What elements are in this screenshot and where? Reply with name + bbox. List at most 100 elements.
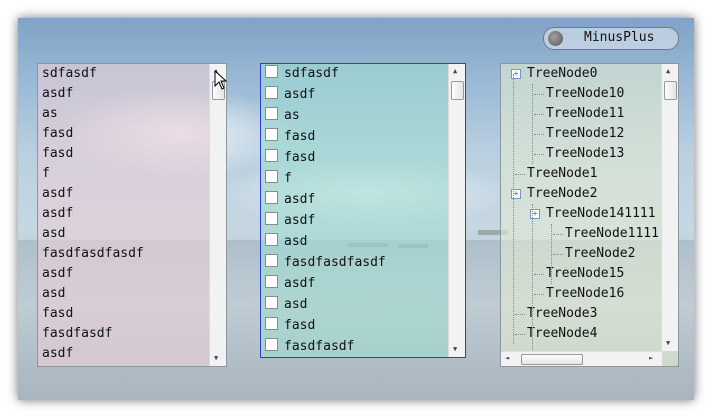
plain-listbox[interactable]: sdfasdf asdf as fasd fasd f asdf asdf asd fasdfas…	[37, 63, 227, 367]
checkbox[interactable]	[265, 65, 278, 78]
checklist-item-label: fasdfasdfasdf	[284, 255, 386, 270]
tree-connector	[534, 154, 544, 155]
tree-node[interactable]: TreeNode3	[527, 304, 597, 324]
checked-listbox[interactable]: sdfasdf asdf as fasd fasd f asdf asdf asd fasdfas…	[260, 63, 466, 358]
tree-node[interactable]: TreeNode16	[546, 284, 624, 304]
checklist-item-label: asdf	[284, 276, 316, 291]
toggle-knob[interactable]	[548, 31, 563, 46]
tree-connector	[551, 224, 552, 284]
tree-node[interactable]: TreeNode15	[546, 264, 624, 284]
scroll-up-icon[interactable]: ▲	[666, 67, 670, 75]
list-item[interactable]: asdf	[42, 84, 73, 104]
tree-node[interactable]: TreeNode12	[546, 124, 624, 144]
vertical-scrollbar[interactable]: ▲ ▼	[448, 64, 465, 357]
tree-connector	[534, 134, 544, 135]
tree-node[interactable]: TreeNode13	[546, 144, 624, 164]
checklist-item[interactable]: asdf	[265, 211, 315, 231]
list-item[interactable]: fasdfasdf	[42, 324, 112, 344]
tree-connector	[553, 254, 563, 255]
tree-connector	[515, 314, 525, 315]
checkbox[interactable]	[265, 149, 278, 162]
tree-node[interactable]: TreeNode141111	[546, 204, 656, 224]
checklist-item-label: asdf	[284, 192, 316, 207]
checklist-item[interactable]: fasd	[265, 316, 315, 336]
checklist-item[interactable]: as	[265, 106, 300, 126]
checklist-item-label: as	[284, 108, 300, 123]
list-item[interactable]: fasdfasdfasdf	[42, 244, 144, 264]
horizontal-scrollbar[interactable]: ◄ ►	[501, 351, 662, 366]
checkbox[interactable]	[265, 254, 278, 267]
tree-connector	[534, 94, 544, 95]
list-item[interactable]: asd	[42, 284, 65, 304]
tree-connector	[532, 204, 533, 354]
scroll-right-icon[interactable]: ►	[649, 354, 653, 362]
list-item[interactable]: asdf	[42, 204, 73, 224]
list-item[interactable]: fasd	[42, 124, 73, 144]
list-item[interactable]: f	[42, 164, 50, 184]
app-window: MinusPlus sdfasdf asdf as fasd fasd f asdf asdf…	[18, 18, 694, 400]
scrollbar-thumb[interactable]	[521, 354, 583, 365]
vertical-scrollbar[interactable]: ▲ ▼	[661, 64, 678, 351]
checklist-item[interactable]: asdf	[265, 274, 315, 294]
tree-connector	[534, 274, 544, 275]
checkbox[interactable]	[265, 212, 278, 225]
tree-node[interactable]: TreeNode1	[527, 164, 597, 184]
checklist-item-label: asd	[284, 234, 308, 249]
tree-view[interactable]: TreeNode0 + TreeNode10 TreeNode11 TreeNode12…	[500, 63, 679, 367]
scroll-down-icon[interactable]: ▼	[453, 345, 457, 353]
checklist-item[interactable]: fasd	[265, 148, 315, 168]
tree-connector	[553, 234, 563, 235]
checkbox[interactable]	[265, 296, 278, 309]
checklist-item[interactable]: asd	[265, 295, 307, 315]
checklist-item[interactable]: asdf	[265, 85, 315, 105]
list-item[interactable]: asdf	[42, 344, 73, 364]
minus-plus-toggle[interactable]: MinusPlus	[543, 27, 679, 50]
checklist-item[interactable]: f	[265, 169, 292, 189]
scrollbar-thumb[interactable]	[664, 81, 677, 100]
mouse-cursor-icon	[214, 70, 228, 90]
checkbox[interactable]	[265, 317, 278, 330]
checklist-item-label: sdfasdf	[284, 66, 339, 81]
tree-node[interactable]: TreeNode10	[546, 84, 624, 104]
checkbox[interactable]	[265, 170, 278, 183]
checklist-item-label: fasd	[284, 150, 316, 165]
tree-node[interactable]: TreeNode1111	[565, 224, 659, 244]
tree-node[interactable]: TreeNode0	[527, 64, 597, 84]
scroll-left-icon[interactable]: ◄	[505, 354, 509, 362]
toggle-label: MinusPlus	[584, 30, 655, 45]
vertical-scrollbar[interactable]: ▲ ▼	[209, 64, 226, 366]
checkbox[interactable]	[265, 191, 278, 204]
list-item[interactable]: asdf	[42, 264, 73, 284]
checkbox[interactable]	[265, 128, 278, 141]
list-item[interactable]: sdfasdf	[42, 64, 97, 84]
checklist-item[interactable]: fasdfasdfasdf	[265, 253, 386, 273]
scroll-down-icon[interactable]: ▼	[214, 354, 218, 362]
checkbox[interactable]	[265, 233, 278, 246]
tree-connector	[534, 294, 544, 295]
list-item[interactable]: asd	[42, 224, 65, 244]
list-item[interactable]: fasd	[42, 304, 73, 324]
tree-node[interactable]: TreeNode11	[546, 104, 624, 124]
list-item[interactable]: asdf	[42, 184, 73, 204]
checklist-item[interactable]: fasdfasdf	[265, 337, 354, 357]
scrollbar-thumb[interactable]	[451, 81, 464, 100]
checklist-item[interactable]: sdfasdf	[265, 64, 339, 84]
scroll-down-icon[interactable]: ▼	[666, 339, 670, 347]
checkbox[interactable]	[265, 338, 278, 351]
checklist-item[interactable]: fasd	[265, 127, 315, 147]
tree-node[interactable]: TreeNode2	[565, 244, 635, 264]
checklist-item-label: fasdfasdf	[284, 339, 355, 354]
checklist-item-label: fasd	[284, 318, 316, 333]
tree-node[interactable]: TreeNode2	[527, 184, 597, 204]
scroll-up-icon[interactable]: ▲	[453, 67, 457, 75]
checkbox[interactable]	[265, 275, 278, 288]
checkbox[interactable]	[265, 107, 278, 120]
checklist-item-label: asd	[284, 297, 308, 312]
list-item[interactable]: as	[42, 104, 58, 124]
tree-node[interactable]: TreeNode4	[527, 324, 597, 344]
list-item[interactable]: fasd	[42, 144, 73, 164]
checklist-item[interactable]: asd	[265, 232, 307, 252]
checklist-item-label: asdf	[284, 87, 316, 102]
checklist-item[interactable]: asdf	[265, 190, 315, 210]
checkbox[interactable]	[265, 86, 278, 99]
